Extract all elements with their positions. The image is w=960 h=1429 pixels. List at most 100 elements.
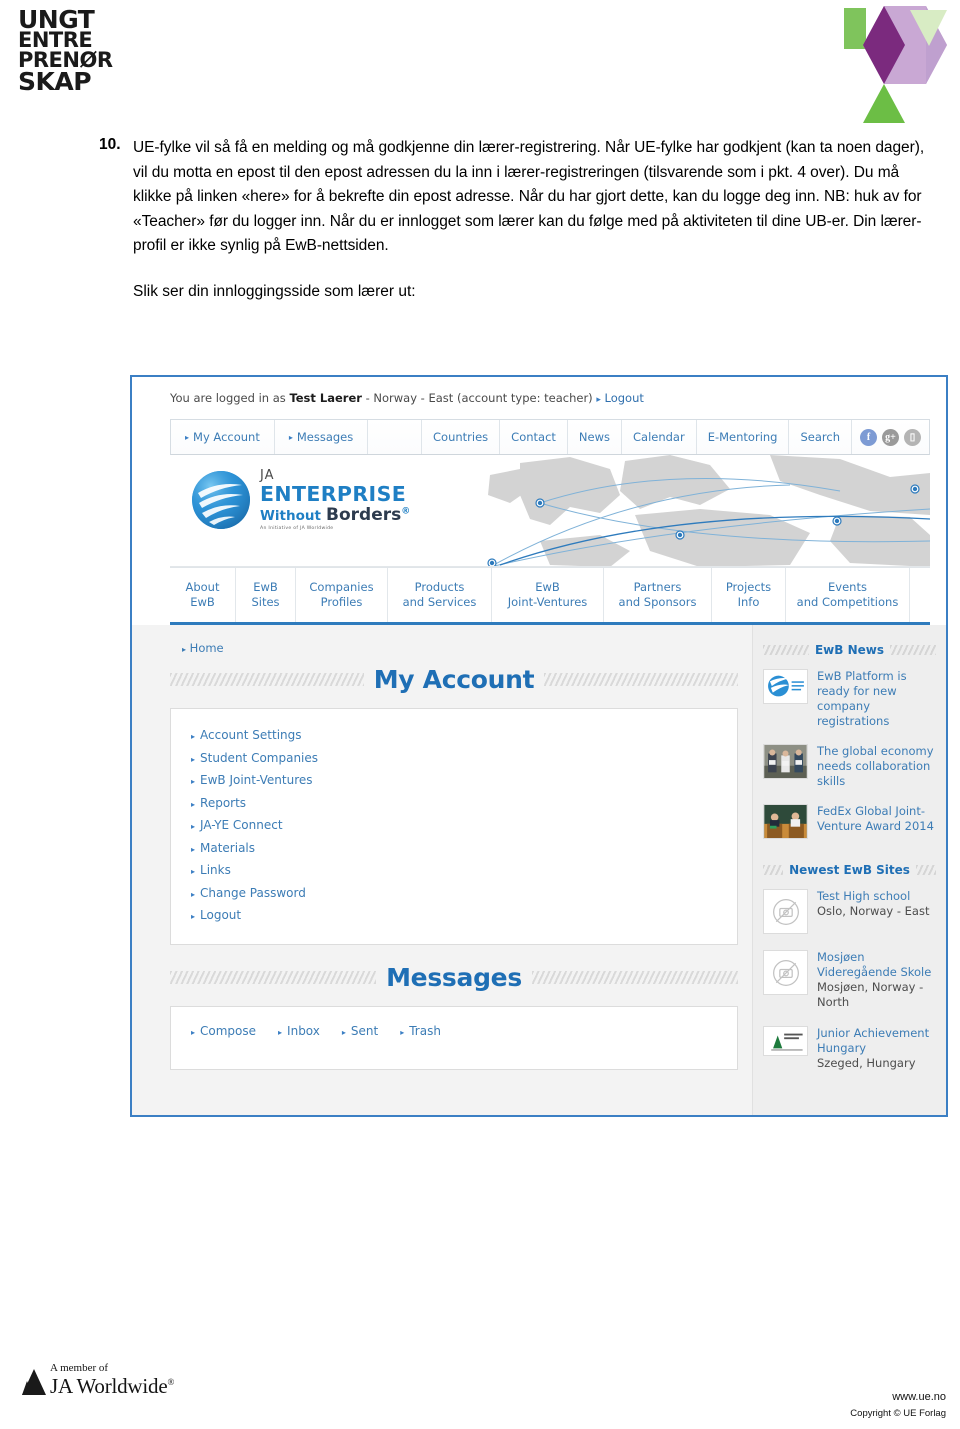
- section-nav-tail: [910, 568, 930, 622]
- hatch-decoration-left: [763, 865, 784, 875]
- section-line-2: Info: [737, 595, 760, 609]
- chevron-right-icon: ▸: [191, 754, 196, 764]
- newest-sites-heading: Newest EwB Sites: [763, 863, 936, 877]
- menu-item-links[interactable]: ▸ Links: [191, 860, 717, 883]
- section-projects-info[interactable]: Projects Info: [712, 568, 786, 622]
- site-name: Mosjøen Videregående Skole: [817, 950, 932, 979]
- login-suffix: - Norway - East (account type: teacher): [365, 391, 593, 405]
- hatch-decoration-left: [763, 645, 809, 655]
- menu-label: JA-YE Connect: [200, 818, 283, 832]
- google-plus-icon[interactable]: g+: [882, 428, 899, 446]
- youtube-icon[interactable]: ▯: [904, 428, 921, 446]
- page-title: My Account: [373, 665, 535, 694]
- menu-label: Materials: [200, 840, 256, 855]
- section-ewb-joint-ventures[interactable]: EwB Joint-Ventures: [492, 568, 604, 622]
- chevron-right-icon: ▸: [191, 912, 196, 921]
- nav-item-e-mentoring[interactable]: E-Mentoring: [697, 420, 790, 454]
- numbered-list-item: 10. UE-fylke vil så få en melding og må …: [0, 136, 960, 259]
- ja-enterprise-logo: JA ENTERPRISE Without Borders® An Initia…: [192, 469, 410, 531]
- menu-label: Account Settings: [200, 728, 302, 742]
- section-products-and-services[interactable]: Products and Services: [388, 568, 492, 622]
- nav-item-calendar[interactable]: Calendar: [622, 420, 697, 454]
- hatch-decoration-left: [170, 673, 364, 686]
- chevron-right-icon: ▸: [182, 645, 187, 654]
- menu-item-change-password[interactable]: ▸ Change Password: [191, 883, 717, 906]
- section-about-ewb[interactable]: About EwB: [170, 568, 236, 622]
- menu-item-account-settings[interactable]: ▸ Account Settings: [191, 725, 717, 748]
- section-line-2: and Competitions: [796, 595, 899, 609]
- nav-item-search[interactable]: Search: [789, 420, 852, 454]
- section-ewb-sites[interactable]: EwB Sites: [236, 568, 296, 622]
- messages-label: Compose: [200, 1023, 257, 1038]
- chevron-right-icon: ▸: [191, 844, 196, 854]
- menu-item-logout[interactable]: ▸ Logout: [191, 905, 717, 928]
- page-footer: A member of JA Worldwide® www.ue.no Copy…: [0, 1349, 960, 1429]
- news-headline: FedEx Global Joint-Venture Award 2014: [817, 804, 934, 833]
- nav-item-countries[interactable]: Countries: [422, 420, 501, 454]
- nav-item-my-account[interactable]: ▸ My Account: [171, 420, 275, 454]
- section-line-2: Sites: [251, 595, 280, 609]
- world-map-background: [487, 455, 930, 566]
- section-line-1: Partners: [633, 580, 682, 594]
- messages-label: Trash: [409, 1023, 441, 1038]
- embedded-screenshot: You are logged in as Test Laerer - Norwa…: [130, 375, 948, 1117]
- section-events-and-competitions[interactable]: Events and Competitions: [786, 568, 910, 622]
- facebook-icon[interactable]: f: [860, 428, 877, 446]
- my-account-heading: My Account: [170, 665, 752, 694]
- site-location: Mosjøen, Norway - North: [817, 980, 924, 1009]
- menu-item-materials[interactable]: ▸ Materials: [191, 838, 717, 861]
- chevron-right-icon: ▸: [596, 395, 601, 405]
- messages-item-compose[interactable]: ▸ Compose: [191, 1021, 256, 1044]
- nav-item-contact[interactable]: Contact: [500, 420, 568, 454]
- messages-item-sent[interactable]: ▸ Sent: [342, 1021, 378, 1044]
- menu-label: Logout: [200, 908, 242, 922]
- section-line-1: EwB: [253, 580, 278, 594]
- brand-line-borders: Borders: [326, 504, 402, 525]
- hatch-decoration-right: [531, 970, 739, 984]
- ewb-news-title: EwB News: [814, 643, 885, 657]
- messages-item-trash[interactable]: ▸ Trash: [400, 1021, 441, 1044]
- site-list-item[interactable]: Test High school Oslo, Norway - East: [763, 889, 936, 934]
- globe-icon: [192, 471, 250, 530]
- news-item[interactable]: The global economy needs collaboration s…: [763, 744, 936, 789]
- nav-label: Messages: [296, 430, 354, 444]
- conference-podium-photo: [763, 804, 808, 839]
- site-banner: JA ENTERPRISE Without Borders® An Initia…: [170, 455, 930, 567]
- menu-item-ja-ye-connect[interactable]: ▸ JA-YE Connect: [191, 815, 717, 838]
- menu-item-ewb-joint-ventures[interactable]: ▸ EwB Joint-Ventures: [191, 770, 717, 793]
- section-line-2: and Sponsors: [618, 595, 697, 609]
- nav-spacer: [368, 420, 423, 454]
- no-image-placeholder-icon: [763, 889, 808, 934]
- site-list-item[interactable]: Junior Achievement Hungary Szeged, Hunga…: [763, 1026, 936, 1071]
- chevron-right-icon: ▸: [191, 1027, 196, 1037]
- ewb-logo-thumbnail: [763, 669, 808, 704]
- section-line-1: Companies: [309, 580, 374, 594]
- list-number: 10.: [99, 136, 121, 153]
- award-ceremony-photo: [763, 744, 808, 779]
- logout-link[interactable]: Logout: [605, 391, 644, 405]
- section-companies-profiles[interactable]: Companies Profiles: [296, 568, 388, 622]
- site-list-item[interactable]: Mosjøen Videregående Skole Mosjøen, Norw…: [763, 950, 936, 1010]
- registered-mark: ®: [401, 506, 411, 517]
- site-name: Test High school: [817, 889, 911, 903]
- menu-item-student-companies[interactable]: ▸ Student Companies: [191, 748, 717, 771]
- chevron-right-icon: ▸: [191, 799, 196, 809]
- my-account-panel: ▸ Account Settings ▸ Student Companies ▸ Ew…: [170, 708, 738, 945]
- chevron-right-icon: ▸: [288, 432, 293, 442]
- menu-item-reports[interactable]: ▸ Reports: [191, 793, 717, 816]
- brand-line-enterprise: ENTERPRISE: [260, 482, 407, 506]
- chevron-right-icon: ▸: [191, 732, 196, 741]
- nav-item-news[interactable]: News: [568, 420, 622, 454]
- messages-heading: Messages: [170, 963, 752, 992]
- breadcrumb[interactable]: ▸ Home: [170, 625, 752, 655]
- news-item[interactable]: FedEx Global Joint-Venture Award 2014: [763, 804, 936, 839]
- footer-copyright: Copyright © UE Forlag: [850, 1408, 946, 1419]
- ja-hungary-logo: [763, 1026, 808, 1056]
- page-content: ▸ Home My Account ▸ Account Settings ▸ Stu…: [132, 625, 946, 1115]
- messages-item-inbox[interactable]: ▸ Inbox: [278, 1021, 320, 1044]
- section-partners-and-sponsors[interactable]: Partners and Sponsors: [604, 568, 712, 622]
- news-item[interactable]: EwB Platform is ready for new company re…: [763, 669, 936, 729]
- nav-item-messages[interactable]: ▸ Messages: [275, 420, 369, 454]
- social-links: f g+ ▯: [852, 420, 929, 454]
- section-line-1: Events: [828, 580, 867, 594]
